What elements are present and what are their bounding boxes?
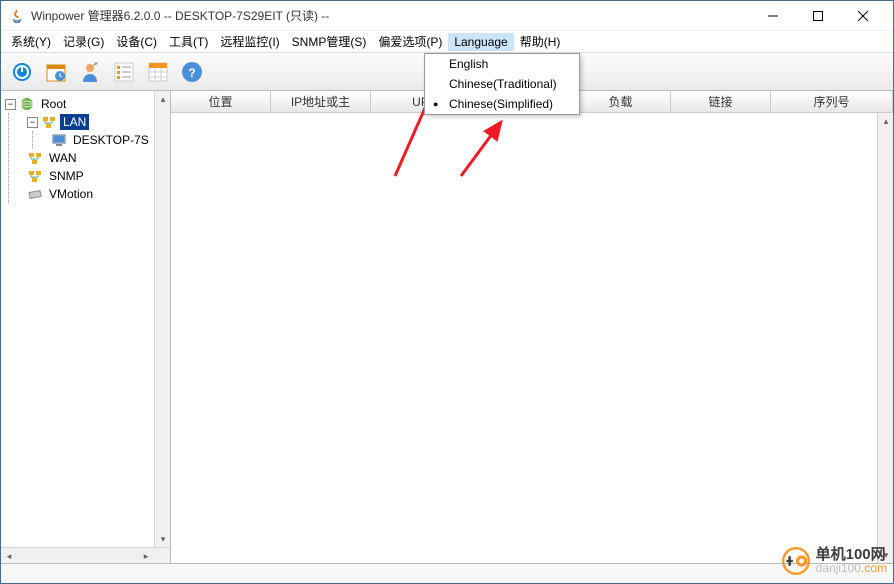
sidebar: − Root − LAN DESKTOP-7S W xyxy=(1,91,171,563)
scroll-up-icon[interactable]: ▴ xyxy=(155,91,171,107)
close-button[interactable] xyxy=(840,1,885,31)
tree-wan-label: WAN xyxy=(46,150,80,166)
window-title: Winpower 管理器6.2.0.0 -- DESKTOP-7S29EIT (… xyxy=(31,7,750,24)
col-location[interactable]: 位置 xyxy=(171,91,271,112)
collapse-icon[interactable]: − xyxy=(5,99,16,110)
vmotion-icon xyxy=(27,186,43,202)
sidebar-vscrollbar[interactable]: ▴ ▾ xyxy=(154,91,170,547)
network-icon xyxy=(27,150,43,166)
list-button[interactable] xyxy=(109,57,139,87)
tree-vmotion[interactable]: VMotion xyxy=(27,185,168,203)
col-link[interactable]: 链接 xyxy=(671,91,771,112)
title-bar: Winpower 管理器6.2.0.0 -- DESKTOP-7S29EIT (… xyxy=(1,1,893,31)
lang-english[interactable]: English xyxy=(425,54,579,74)
language-dropdown: English Chinese(Traditional) Chinese(Sim… xyxy=(424,53,580,115)
col-serial[interactable]: 序列号 xyxy=(771,91,893,112)
power-button[interactable] xyxy=(7,57,37,87)
tree: − Root − LAN DESKTOP-7S W xyxy=(1,91,170,207)
menu-tools[interactable]: 工具(T) xyxy=(163,31,214,52)
computer-icon xyxy=(51,132,67,148)
scroll-up-icon[interactable]: ▴ xyxy=(878,113,894,129)
lang-chinese-traditional[interactable]: Chinese(Traditional) xyxy=(425,74,579,94)
tree-snmp[interactable]: SNMP xyxy=(27,167,168,185)
lang-chinese-simplified[interactable]: Chinese(Simplified) xyxy=(425,94,579,114)
tree-root[interactable]: − Root xyxy=(3,95,168,113)
help-button[interactable]: ? xyxy=(177,57,207,87)
schedule-button[interactable] xyxy=(41,57,71,87)
network-icon xyxy=(27,168,43,184)
watermark-name: 单机100网 xyxy=(816,547,887,562)
main-area: − Root − LAN DESKTOP-7S W xyxy=(1,91,893,563)
user-button[interactable] xyxy=(75,57,105,87)
menu-preferences[interactable]: 偏爱选项(P) xyxy=(372,31,448,52)
menu-remote[interactable]: 远程监控(I) xyxy=(214,31,285,52)
menu-help[interactable]: 帮助(H) xyxy=(514,31,567,52)
watermark-url: danji100.com xyxy=(816,562,887,575)
watermark-logo-icon xyxy=(780,545,812,577)
tree-desktop[interactable]: DESKTOP-7S xyxy=(51,131,168,149)
menu-log[interactable]: 记录(G) xyxy=(57,31,110,52)
window-controls xyxy=(750,1,885,31)
menu-bar: 系统(Y) 记录(G) 设备(C) 工具(T) 远程监控(I) SNMP管理(S… xyxy=(1,31,893,53)
sidebar-hscrollbar[interactable]: ◂ ▸ xyxy=(1,547,170,563)
scroll-right-icon[interactable]: ▸ xyxy=(138,548,154,563)
tree-desktop-label: DESKTOP-7S xyxy=(70,132,152,148)
col-load[interactable]: 负载 xyxy=(571,91,671,112)
content-area: 位置 IP地址或主 UP 状态▼ 负载 链接 序列号 ▴ ▾ xyxy=(171,91,893,563)
grid-button[interactable] xyxy=(143,57,173,87)
network-icon xyxy=(41,114,57,130)
col-ip[interactable]: IP地址或主 xyxy=(271,91,371,112)
maximize-button[interactable] xyxy=(795,1,840,31)
svg-text:?: ? xyxy=(188,66,195,80)
menu-snmp[interactable]: SNMP管理(S) xyxy=(286,31,373,52)
content-vscrollbar[interactable]: ▴ ▾ xyxy=(877,113,893,563)
tree-wan[interactable]: WAN xyxy=(27,149,168,167)
status-bar xyxy=(1,563,893,583)
scroll-down-icon[interactable]: ▾ xyxy=(155,531,171,547)
globe-icon xyxy=(19,96,35,112)
java-icon xyxy=(9,8,25,24)
tree-root-label: Root xyxy=(38,96,69,112)
scroll-left-icon[interactable]: ◂ xyxy=(1,548,17,563)
collapse-icon[interactable]: − xyxy=(27,117,38,128)
menu-language[interactable]: Language xyxy=(448,33,513,51)
menu-device[interactable]: 设备(C) xyxy=(110,31,163,52)
menu-system[interactable]: 系统(Y) xyxy=(5,31,57,52)
tree-vmotion-label: VMotion xyxy=(46,186,96,202)
watermark: 单机100网 danji100.com xyxy=(780,545,887,577)
minimize-button[interactable] xyxy=(750,1,795,31)
tree-lan-label: LAN xyxy=(60,114,89,130)
tree-snmp-label: SNMP xyxy=(46,168,87,184)
tree-lan[interactable]: − LAN xyxy=(27,113,168,131)
